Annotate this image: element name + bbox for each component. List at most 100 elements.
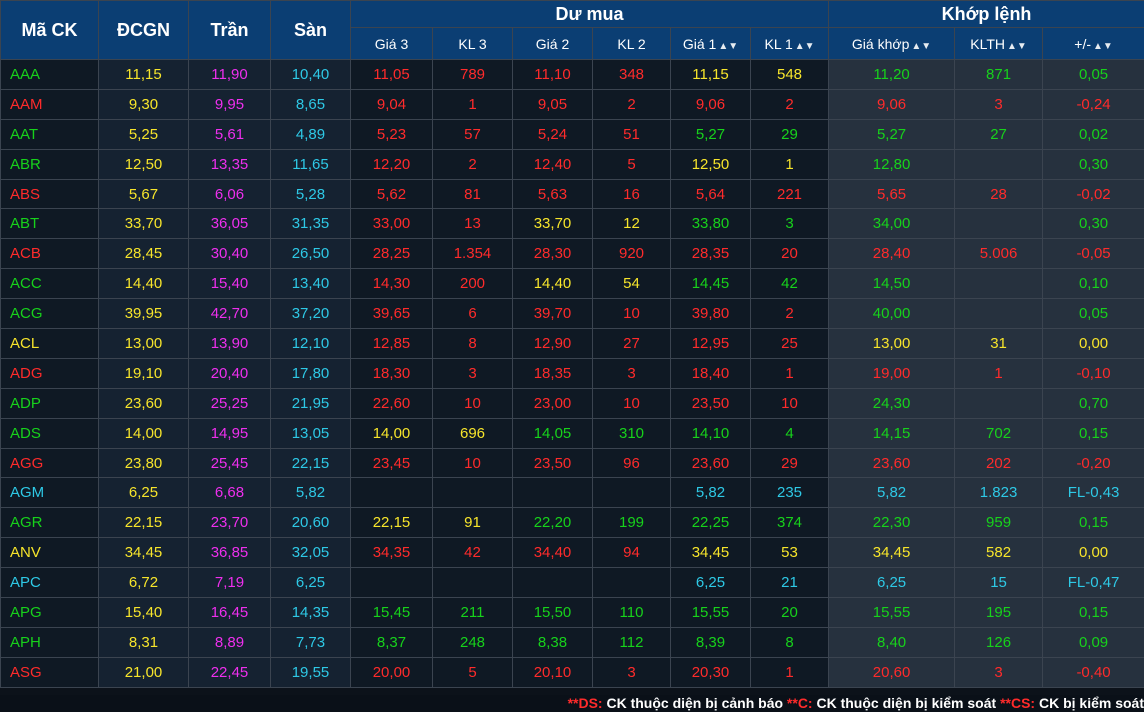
col-reference: ĐCGN: [98, 0, 189, 60]
bid-price-1-cell: 5,82: [670, 477, 751, 509]
sort-icon[interactable]: ▲▼: [718, 41, 738, 52]
bid-vol-1-cell: 21: [749, 567, 830, 599]
bid-price-3-cell: 12,85: [350, 328, 433, 359]
bid-vol-3-cell: [432, 477, 513, 509]
table-row[interactable]: AGR 22,15 23,70 20,60 22,15 91 22,20 199 22,25 37…: [0, 507, 1144, 539]
reference-cell: 11,15: [98, 59, 189, 90]
floor-cell: 5,82: [270, 477, 351, 509]
match-price-cell: 8,40: [828, 626, 956, 658]
bid-vol-2-cell: 5: [592, 148, 671, 180]
col-match-price[interactable]: Giá khớp ▲▼: [828, 27, 956, 60]
table-row[interactable]: AAA 11,15 11,90 10,40 11,05 789 11,10 348 11,15 5…: [0, 59, 1144, 90]
match-volume-cell: [954, 298, 1044, 330]
match-price-cell: 13,00: [828, 328, 956, 359]
table-row[interactable]: ACL 13,00 13,90 12,10 12,85 8 12,90 27 12,95 25 13…: [0, 328, 1144, 359]
col-bid-vol-2: KL 2: [592, 27, 671, 60]
bid-price-3-cell: 11,05: [350, 59, 433, 90]
sort-icon[interactable]: ▲▼: [1007, 41, 1027, 52]
bid-vol-2-cell: 94: [592, 537, 671, 569]
match-volume-cell: 959: [954, 507, 1044, 539]
table-row[interactable]: ABR 12,50 13,35 11,65 12,20 2 12,40 5 12,50 1 12,8…: [0, 148, 1144, 180]
reference-cell: 23,60: [98, 387, 189, 419]
bid-price-3-cell: 22,15: [350, 507, 433, 539]
ceiling-cell: 13,35: [188, 148, 271, 180]
table-row[interactable]: ANV 34,45 36,85 32,05 34,35 42 34,40 94 34,45 53 3…: [0, 537, 1144, 569]
match-price-cell: 24,30: [828, 387, 956, 419]
reference-cell: 33,70: [98, 208, 189, 240]
bid-price-1-cell: 23,60: [670, 447, 751, 479]
reference-cell: 5,67: [98, 178, 189, 210]
table-row[interactable]: ACC 14,40 15,40 13,40 14,30 200 14,40 54 14,45 42…: [0, 268, 1144, 300]
table-row[interactable]: ABS 5,67 6,06 5,28 5,62 81 5,63 16 5,64 221 5,65 28…: [0, 178, 1144, 210]
col-bid-vol-1[interactable]: KL 1 ▲▼: [749, 27, 830, 60]
bid-price-2-cell: 11,10: [512, 59, 593, 90]
change-cell: -0,20: [1042, 447, 1144, 479]
table-row[interactable]: AAT 5,25 5,61 4,89 5,23 57 5,24 51 5,27 29 5,27 27 0…: [0, 118, 1144, 150]
table-row[interactable]: ADP 23,60 25,25 21,95 22,60 10 23,00 10 23,50 10 2…: [0, 387, 1144, 419]
bid-vol-3-cell: 8: [432, 328, 513, 359]
bid-price-2-cell: 12,40: [512, 148, 593, 180]
match-price-cell: 5,65: [828, 178, 956, 210]
bid-price-2-cell: 18,35: [512, 357, 593, 389]
bid-price-2-cell: 23,50: [512, 447, 593, 479]
bid-vol-1-cell: 374: [749, 507, 830, 539]
bid-vol-2-cell: [592, 477, 671, 509]
bid-price-2-cell: 5,24: [512, 118, 593, 150]
bid-vol-2-cell: 2: [592, 88, 671, 120]
col-bid-price-3: Giá 3: [350, 27, 433, 60]
sort-icon[interactable]: ▲▼: [911, 41, 931, 52]
bid-price-1-cell: 20,30: [670, 656, 751, 688]
match-price-cell: 40,00: [828, 298, 956, 330]
col-bid-price-1[interactable]: Giá 1 ▲▼: [670, 27, 751, 60]
match-volume-cell: 28: [954, 178, 1044, 210]
bid-vol-3-cell: 13: [432, 208, 513, 240]
table-row[interactable]: ASG 21,00 22,45 19,55 20,00 5 20,10 3 20,30 1 20,6…: [0, 656, 1144, 688]
match-volume-cell: 126: [954, 626, 1044, 658]
table-row[interactable]: ACG 39,95 42,70 37,20 39,65 6 39,70 10 39,80 2 40,…: [0, 298, 1144, 330]
floor-cell: 20,60: [270, 507, 351, 539]
ceiling-cell: 36,85: [188, 537, 271, 569]
table-row[interactable]: APH 8,31 8,89 7,73 8,37 248 8,38 112 8,39 8 8,40 12…: [0, 626, 1144, 658]
bid-price-3-cell: 18,30: [350, 357, 433, 389]
bid-vol-1-cell: 25: [749, 328, 830, 359]
bid-price-1-cell: 5,27: [670, 118, 751, 150]
bid-price-3-cell: 15,45: [350, 597, 433, 628]
legend-code: **C:: [786, 695, 813, 711]
match-volume-cell: 5.006: [954, 238, 1044, 270]
bid-price-1-cell: 34,45: [670, 537, 751, 569]
table-row[interactable]: AGM 6,25 6,68 5,82 5,82 235 5,82 1.823 FL-0,43: [0, 477, 1144, 509]
bid-vol-3-cell: 2: [432, 148, 513, 180]
bid-vol-1-cell: 10: [749, 387, 830, 419]
table-row[interactable]: AGG 23,80 25,45 22,15 23,45 10 23,50 96 23,60 29 2…: [0, 447, 1144, 479]
table-row[interactable]: ACB 28,45 30,40 26,50 28,25 1.354 28,30 920 28,3…: [0, 238, 1144, 270]
bid-vol-1-cell: 53: [749, 537, 830, 569]
col-match-volume[interactable]: KLTH ▲▼: [954, 27, 1044, 60]
col-change[interactable]: +/- ▲▼: [1042, 27, 1144, 60]
sort-icon[interactable]: ▲▼: [795, 41, 815, 52]
bid-vol-2-cell: 54: [592, 268, 671, 300]
bid-price-1-cell: 5,64: [670, 178, 751, 210]
bid-vol-3-cell: 6: [432, 298, 513, 330]
match-volume-cell: [954, 148, 1044, 180]
change-cell: 0,15: [1042, 417, 1144, 449]
sort-icon[interactable]: ▲▼: [1093, 41, 1113, 52]
table-row[interactable]: APC 6,72 7,19 6,25 6,25 21 6,25 15 FL-0,47: [0, 567, 1144, 599]
ceiling-cell: 7,19: [188, 567, 271, 599]
price-board: Mã CK ĐCGN Trần Sàn Dư mua Khớp lệnh Giá…: [0, 0, 1144, 688]
bid-vol-1-cell: 20: [749, 238, 830, 270]
ceiling-cell: 14,95: [188, 417, 271, 449]
table-row[interactable]: ADS 14,00 14,95 13,05 14,00 696 14,05 310 14,10 4…: [0, 417, 1144, 449]
bid-price-2-cell: 8,38: [512, 626, 593, 658]
table-row[interactable]: AAM 9,30 9,95 8,65 9,04 1 9,05 2 9,06 2 9,06 3 -0,24: [0, 88, 1144, 120]
bid-vol-1-cell: 8: [749, 626, 830, 658]
bid-price-3-cell: 8,37: [350, 626, 433, 658]
bid-price-1-cell: 14,10: [670, 417, 751, 449]
table-row[interactable]: ADG 19,10 20,40 17,80 18,30 3 18,35 3 18,40 1 19,0…: [0, 357, 1144, 389]
reference-cell: 39,95: [98, 298, 189, 330]
reference-cell: 14,40: [98, 268, 189, 300]
floor-cell: 21,95: [270, 387, 351, 419]
bid-price-2-cell: [512, 477, 593, 509]
table-row[interactable]: APG 15,40 16,45 14,35 15,45 211 15,50 110 15,55 2…: [0, 597, 1144, 628]
change-cell: 0,30: [1042, 208, 1144, 240]
table-row[interactable]: ABT 33,70 36,05 31,35 33,00 13 33,70 12 33,80 3 34…: [0, 208, 1144, 240]
